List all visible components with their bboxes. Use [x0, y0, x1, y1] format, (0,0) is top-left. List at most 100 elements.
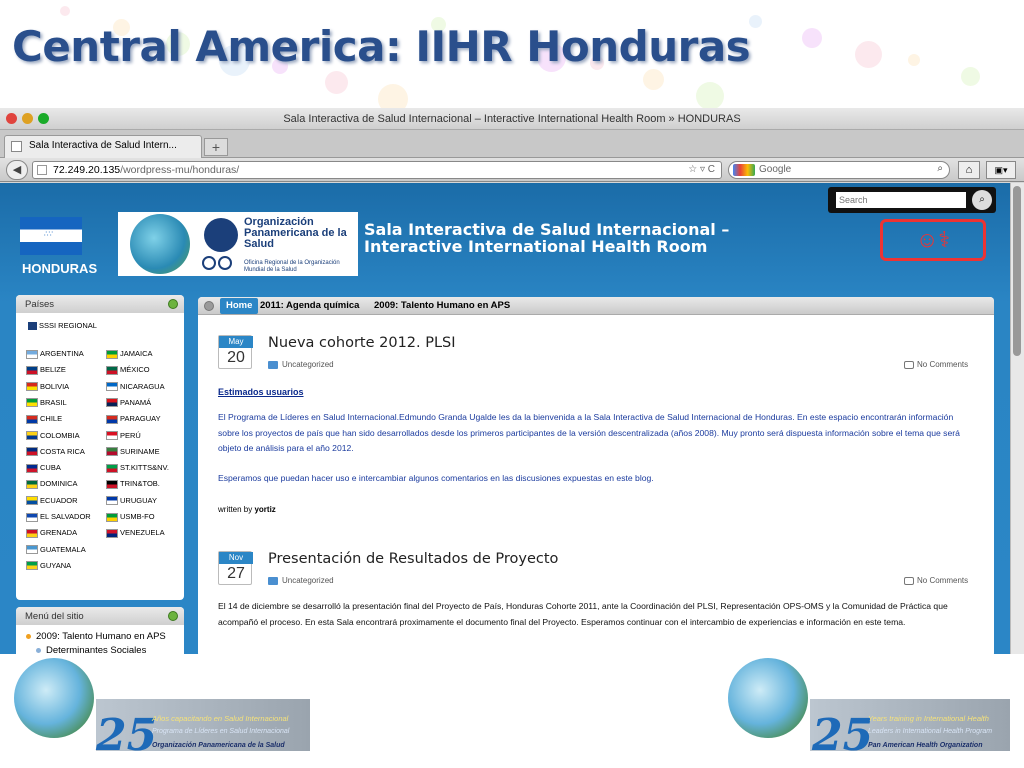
- country-flag-icon: [26, 431, 38, 441]
- sidebar-item-country[interactable]: ARGENTINA: [26, 348, 84, 361]
- url-host: 72.249.20.135: [53, 164, 121, 176]
- site-search-input[interactable]: [836, 192, 966, 208]
- country-label: PANAMÁ: [120, 397, 152, 407]
- folder-icon: [268, 360, 278, 369]
- decorative-confetti: [325, 71, 348, 94]
- sidebar-item-country[interactable]: TRIN&TOB.: [106, 478, 160, 491]
- browser-search-input[interactable]: Google ⌕: [728, 161, 950, 179]
- ops-name: Organización Panamericana de la Salud: [244, 216, 347, 250]
- collapse-toggle-icon[interactable]: [168, 299, 178, 309]
- globe-logo-icon: [14, 658, 94, 738]
- bullet-icon: [36, 647, 41, 653]
- nav-talento-humano[interactable]: 2009: Talento Humano en APS: [374, 300, 510, 311]
- search-icon[interactable]: ⌕: [972, 190, 992, 210]
- main-panel: Home 2011: Agenda química 2009: Talento …: [198, 297, 994, 654]
- sidebar-item-country[interactable]: EL SALVADOR: [26, 511, 91, 524]
- country-flag-icon: [106, 414, 118, 424]
- sidebar-item-country[interactable]: DOMINICA: [26, 478, 78, 491]
- sidebar-item-country[interactable]: URUGUAY: [106, 495, 157, 508]
- new-tab-button[interactable]: +: [204, 138, 228, 156]
- post-comments-label: No Comments: [917, 576, 969, 585]
- sssi-icon: [28, 322, 37, 331]
- footer-right-line1: Years training in International Health: [868, 714, 989, 723]
- sidebar-item-country[interactable]: PARAGUAY: [106, 413, 161, 426]
- country-flag-icon: [26, 479, 38, 489]
- menu-item-determinantes[interactable]: Determinantes Sociales: [36, 645, 146, 654]
- country-label: ST.KITTS&NV.: [120, 463, 169, 473]
- home-button[interactable]: ⌂: [958, 161, 980, 179]
- sidebar-item-country[interactable]: GUYANA: [26, 560, 71, 573]
- ops-emblem-icon: [204, 218, 238, 252]
- sidebar-item-country[interactable]: COLOMBIA: [26, 430, 80, 443]
- sidebar-item-sssi-regional[interactable]: SSSI REGIONAL: [28, 321, 97, 331]
- anniversary-number: 25: [96, 710, 158, 761]
- url-path: /wordpress-mu/honduras/: [120, 164, 240, 176]
- countries-panel: Países SSSI REGIONAL ARGENTINA BELIZE BOLI…: [16, 295, 184, 600]
- nav-dot-icon: [204, 301, 214, 311]
- sidebar-item-country[interactable]: BOLIVIA: [26, 381, 69, 394]
- sidebar-item-country[interactable]: NICARAGUA: [106, 381, 165, 394]
- sidebar-item-country[interactable]: COSTA RICA: [26, 446, 85, 459]
- sidebar-item-country[interactable]: ST.KITTS&NV.: [106, 462, 169, 475]
- post-paragraph: El Programa de Líderes en Salud Internac…: [218, 412, 960, 453]
- country-flag-icon: [26, 382, 38, 392]
- main-nav: Home 2011: Agenda química 2009: Talento …: [198, 297, 994, 315]
- collapse-toggle-icon[interactable]: [168, 611, 178, 621]
- tab-sala-interactiva[interactable]: Sala Interactiva de Salud Intern...: [4, 135, 202, 158]
- sidebar-item-country[interactable]: CHILE: [26, 413, 62, 426]
- country-flag-icon: [106, 431, 118, 441]
- ops-logo: Organización Panamericana de la Salud Of…: [118, 212, 358, 276]
- honduras-flag-icon: ∴∵: [20, 217, 82, 255]
- country-flag-icon: [26, 349, 38, 359]
- country-label: CHILE: [40, 414, 63, 424]
- bookmarks-menu-button[interactable]: ▣▾: [986, 161, 1016, 179]
- post-date-badge: Nov 27: [218, 551, 253, 585]
- sidebar-item-country[interactable]: VENEZUELA: [106, 527, 165, 540]
- sidebar-item-country[interactable]: CUBA: [26, 462, 61, 475]
- country-label: EL SALVADOR: [40, 512, 91, 521]
- menu-item-talento-humano[interactable]: 2009: Talento Humano en APS: [26, 631, 166, 642]
- nav-home[interactable]: Home: [220, 298, 259, 314]
- country-flag-icon: [26, 512, 38, 522]
- sidebar-item-country[interactable]: GRENADA: [26, 527, 77, 540]
- sidebar-item-country[interactable]: BELIZE: [26, 364, 66, 377]
- bookmark-star-icon[interactable]: ☆ ▿ C: [688, 164, 715, 175]
- post-title[interactable]: Nueva cohorte 2012. PLSI: [268, 335, 456, 351]
- post-title[interactable]: Presentación de Resultados de Proyecto: [268, 551, 558, 567]
- post-category[interactable]: Uncategorized: [268, 576, 334, 585]
- site-menu-header-label: Menú del sitio: [25, 611, 84, 622]
- footer-left-line3: Organización Panamericana de la Salud: [152, 742, 285, 749]
- footer-right-line3: Pan American Health Organization: [868, 742, 983, 749]
- country-flag-icon: [106, 528, 118, 538]
- scrollbar-thumb[interactable]: [1013, 186, 1021, 356]
- country-flag-icon: [26, 561, 38, 571]
- country-label: SURINAME: [120, 446, 160, 456]
- post-comments[interactable]: No Comments: [904, 360, 968, 369]
- country-flag-icon: [106, 382, 118, 392]
- country-flag-icon: [106, 496, 118, 506]
- nav-agenda-quimica[interactable]: 2011: Agenda química: [260, 300, 359, 311]
- author-name[interactable]: yortiz: [254, 505, 275, 514]
- decorative-confetti: [60, 6, 70, 16]
- post-greeting[interactable]: Estimados usuarios: [218, 387, 304, 397]
- sidebar-item-country[interactable]: PANAMÁ: [106, 397, 151, 410]
- post-category[interactable]: Uncategorized: [268, 360, 334, 369]
- sidebar-item-country[interactable]: MÉXICO: [106, 364, 150, 377]
- decorative-confetti: [802, 28, 822, 48]
- sidebar-item-country[interactable]: BRASIL: [26, 397, 67, 410]
- country-label: TRIN&TOB.: [120, 479, 160, 489]
- address-bar[interactable]: 72.249.20.135/wordpress-mu/honduras/ ☆ ▿…: [32, 161, 722, 179]
- who-emblem-icon: [218, 256, 232, 270]
- sidebar-item-country[interactable]: ECUADOR: [26, 495, 78, 508]
- sidebar-item-country[interactable]: USMB-FO: [106, 511, 155, 524]
- folder-icon: [268, 576, 278, 585]
- sidebar-item-country[interactable]: JAMAICA: [106, 348, 153, 361]
- search-icon[interactable]: ⌕: [937, 163, 943, 174]
- post-comments[interactable]: No Comments: [904, 576, 968, 585]
- country-flag-icon: [26, 528, 38, 538]
- back-button[interactable]: ◀: [6, 160, 28, 180]
- sidebar-item-country[interactable]: GUATEMALA: [26, 544, 86, 557]
- menu-item-label: 2009: Talento Humano en APS: [36, 631, 166, 642]
- sidebar-item-country[interactable]: PERÚ: [106, 430, 141, 443]
- sidebar-item-country[interactable]: SURINAME: [106, 446, 160, 459]
